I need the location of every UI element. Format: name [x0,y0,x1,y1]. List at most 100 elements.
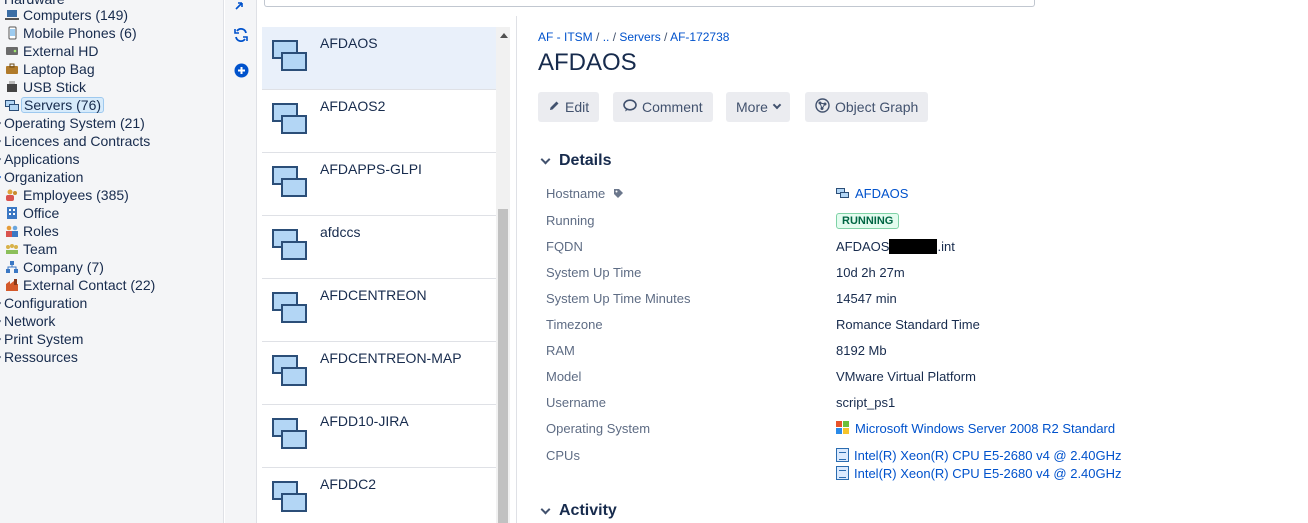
list-item[interactable]: AFDCENTREON [262,279,496,342]
attr-label-fqdn: FQDN [546,239,583,254]
attr-label-model: Model [546,369,582,384]
tree-item-network[interactable]: Network [0,312,55,330]
tree-item-label: Operating System (21) [4,115,145,131]
tree-item-external-contact[interactable]: External Contact (22) [5,276,155,294]
attr-label-uptime-minutes: System Up Time Minutes [546,291,691,306]
activity-section-toggle[interactable]: Activity [540,502,617,520]
tree-item-organization[interactable]: Organization [0,168,83,186]
attr-value-text: Intel(R) Xeon(R) CPU E5-2680 v4 @ 2.40GH… [854,448,1122,463]
breadcrumb-servers[interactable]: Servers [619,30,660,44]
attr-value-ram: 8192 Mb [836,343,887,358]
caret-icon[interactable] [0,353,2,361]
list-item-name: afdccs [320,224,361,240]
list-item[interactable]: AFDAPPS-GLPI [262,153,496,216]
tree-item-label: Computers (149) [23,7,129,23]
attr-value-cpu[interactable]: Intel(R) Xeon(R) CPU E5-2680 v4 @ 2.40GH… [836,448,1122,463]
caret-icon[interactable] [0,173,2,181]
tree-item-applications[interactable]: Applications [0,150,80,168]
details-section-toggle[interactable]: Details [540,152,611,170]
tree-item-label: Laptop Bag [23,61,95,77]
scroll-up-icon[interactable] [500,33,508,38]
comment-button[interactable]: Comment [613,92,713,122]
attr-label-cpus: CPUs [546,448,580,463]
tree-item-laptop-bag[interactable]: Laptop Bag [5,60,95,78]
server-icon [836,188,850,199]
list-item[interactable]: AFDAOS [262,27,496,90]
tree-item-mobile-phones[interactable]: Mobile Phones (6) [5,24,137,42]
caret-icon[interactable] [0,335,2,343]
tree-item-configuration[interactable]: Configuration [0,294,87,312]
breadcrumb-separator: / [609,30,620,44]
list-item-name: AFDDC2 [320,476,377,492]
attr-label-running: Running [546,213,595,228]
object-graph-button[interactable]: Object Graph [805,92,929,122]
tree-item-label: Company (7) [23,259,104,275]
tree-item-roles[interactable]: Roles [5,222,59,240]
tree-item-licences[interactable]: Licences and Contracts [0,132,150,150]
list-scrollbar[interactable] [496,27,510,523]
add-icon[interactable] [233,62,249,78]
tree-item-print-system[interactable]: Print System [0,330,83,348]
tree-item-servers[interactable]: Servers (76) [5,96,105,114]
tree-item-label: Print System [4,331,84,347]
list-item[interactable]: AFDD10-JIRA [262,405,496,468]
breadcrumb: AF - ITSM / .. / Servers / AF-172738 [538,30,729,44]
breadcrumb-object-key[interactable]: AF-172738 [670,30,729,44]
attr-value-uptime-minutes: 14547 min [836,291,897,306]
tree-item-label: Organization [4,169,84,185]
tree-toolbar [225,0,257,523]
list-item-name: AFDAOS [320,35,378,51]
usb-stick-icon [5,80,19,94]
laptop-icon [5,8,19,22]
list-item[interactable]: AFDAOS2 [262,90,496,153]
server-icon [272,292,308,327]
list-item[interactable]: AFDDC2 [262,468,496,523]
hard-drive-icon [5,44,19,58]
object-graph-button-label: Object Graph [835,99,919,115]
caret-icon[interactable] [0,155,2,163]
attr-value-running: RUNNING [836,212,900,229]
chevron-down-icon [540,504,551,514]
server-icon [272,40,308,75]
tree-item-label: Licences and Contracts [4,133,151,149]
tree-item-ressources[interactable]: Ressources [0,348,78,366]
refresh-icon[interactable] [233,27,249,43]
more-button[interactable]: More [726,92,790,122]
search-input[interactable] [264,0,1035,7]
caret-icon[interactable] [0,119,2,127]
caret-icon[interactable] [0,299,2,307]
tree-item-operating-system[interactable]: Operating System (21) [0,114,145,132]
graph-icon [815,98,830,116]
team-icon [5,242,19,256]
list-item-name: AFDAOS2 [320,98,386,114]
list-item[interactable]: afdccs [262,216,496,279]
roles-icon [5,224,19,238]
tree-item-label: External HD [23,43,99,59]
employees-icon [5,188,19,202]
tree-item-company[interactable]: Company (7) [5,258,104,276]
collapse-icon[interactable] [233,0,249,12]
edit-button[interactable]: Edit [538,92,600,122]
caret-icon[interactable] [0,137,2,145]
tree-item-external-hd[interactable]: External HD [5,42,98,60]
windows-logo-icon [836,421,850,435]
object-list: AFDAOS AFDAOS2 AFDAPPS-GLPI afdccs AFDCE… [262,27,496,523]
tree-item-computers[interactable]: Computers (149) [5,6,128,24]
tree-item-office[interactable]: Office [5,204,59,222]
attr-value-operating-system[interactable]: Microsoft Windows Server 2008 R2 Standar… [836,421,1115,436]
tree-item-label: Applications [4,151,80,167]
attr-label-operating-system: Operating System [546,421,651,436]
scroll-thumb[interactable] [498,209,508,523]
caret-icon[interactable] [0,317,2,325]
server-icon [272,418,308,453]
tree-item-usb-stick[interactable]: USB Stick [5,78,86,96]
page-title: AFDAOS [538,49,637,76]
tree-item-employees[interactable]: Employees (385) [5,186,129,204]
attr-value-hostname[interactable]: AFDAOS [836,186,908,201]
attr-value-cpu[interactable]: Intel(R) Xeon(R) CPU E5-2680 v4 @ 2.40GH… [836,466,1122,481]
tree-item-label: Ressources [4,349,78,365]
list-item[interactable]: AFDCENTREON-MAP [262,342,496,405]
attr-value-uptime: 10d 2h 27m [836,265,905,280]
breadcrumb-schema[interactable]: AF - ITSM [538,30,593,44]
tree-item-team[interactable]: Team [5,240,57,258]
